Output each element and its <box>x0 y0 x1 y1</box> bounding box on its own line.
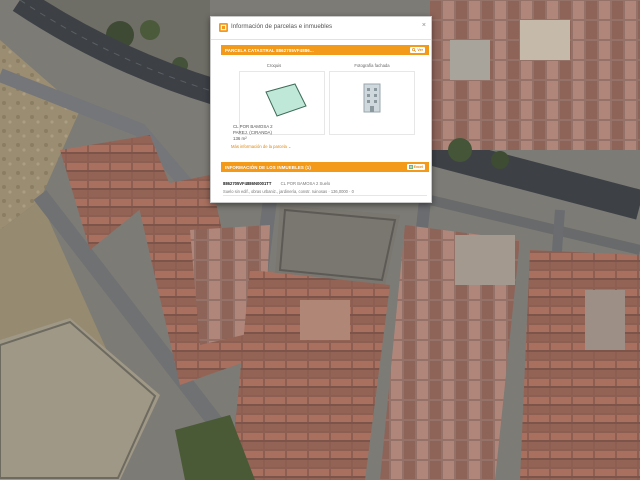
parcel-area: 136 m² <box>233 136 247 141</box>
parcel-view-label: Ver <box>417 48 423 52</box>
parcel-section-header: PARCELA CATASTRAL 8862705VF4886... Ver <box>221 45 429 55</box>
export-excel-button[interactable]: Excel <box>406 164 425 170</box>
row-divider <box>223 195 427 196</box>
parcel-address-line1: CL POR BAMOSA 2 <box>233 124 273 129</box>
property-row[interactable]: 8862705VF4886N0001TT CL POR BAMOSA 2 Sue… <box>223 181 330 186</box>
parcel-info-popup: Información de parcelas e inmuebles × PA… <box>210 16 432 203</box>
parcel-address-line2: PAREJ. (CIRANDA) <box>233 130 272 135</box>
property-address: CL POR BAMOSA 2 Suelo <box>280 181 331 186</box>
search-icon <box>412 48 417 52</box>
spreadsheet-icon <box>408 165 413 169</box>
property-details: Suelo sin edif., obras urbaniz., jardine… <box>223 189 354 194</box>
more-parcel-info-label: Más información de la parcela <box>231 144 287 149</box>
parcel-view-button[interactable]: Ver <box>410 47 425 53</box>
popup-title: Información de parcelas e inmuebles <box>231 23 333 30</box>
export-excel-label: Excel <box>413 165 423 169</box>
chevron-down-icon: ⌄ <box>288 144 292 149</box>
building-icon <box>363 83 381 113</box>
croquis-label: Croquis <box>266 63 282 68</box>
property-section-header: INFORMACIÓN DE LOS INMUEBLES (1) Excel <box>221 162 429 172</box>
property-section-title: INFORMACIÓN DE LOS INMUEBLES (1) <box>225 164 311 170</box>
photo-label: Fotografía fachada <box>354 63 390 68</box>
more-parcel-info-link[interactable]: Más información de la parcela ⌄ <box>231 144 292 149</box>
facade-photo-thumbnail[interactable] <box>329 71 415 135</box>
popup-header: Información de parcelas e inmuebles × <box>211 17 431 40</box>
parcel-section-title: PARCELA CATASTRAL 8862705VF4886... <box>225 47 314 53</box>
property-reference-link[interactable]: 8862705VF4886N0001TT <box>223 181 271 186</box>
close-icon[interactable]: × <box>422 22 426 29</box>
catastro-logo-icon <box>219 23 228 32</box>
